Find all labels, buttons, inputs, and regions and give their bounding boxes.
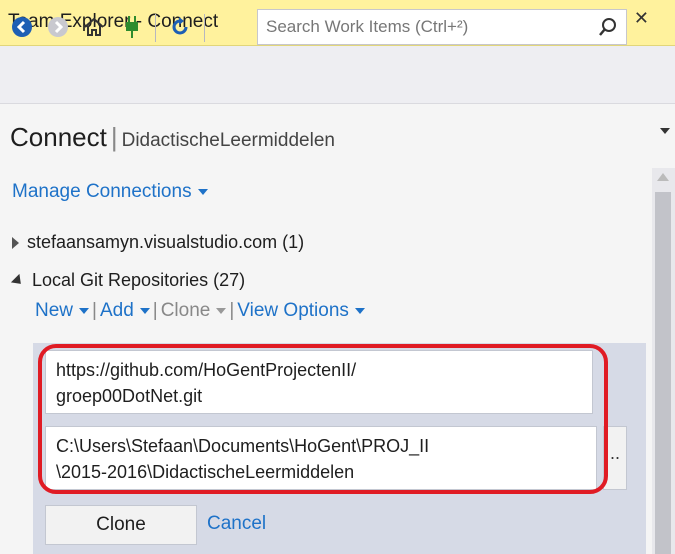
tree-item-label: stefaansamyn.visualstudio.com (1) [27,232,305,252]
search-icon[interactable] [598,17,618,42]
back-icon[interactable] [8,13,36,41]
tree-item-label: Local Git Repositories (27) [32,270,246,290]
scroll-up-icon[interactable] [657,173,669,181]
toolbar [0,46,675,104]
page-title-label: Connect [10,122,107,152]
expand-icon[interactable] [12,237,19,250]
separator: | [152,300,158,321]
add-link[interactable]: Add [100,300,150,321]
clone-link[interactable]: Clone [161,300,227,321]
tree-item-local-repos[interactable]: Local Git Repositories (27) [10,270,246,291]
chevron-down-icon[interactable] [660,128,670,134]
repository-url-field[interactable]: https://github.com/HoGentProjectenII/ gr… [45,350,593,414]
project-name[interactable]: DidactischeLeermiddelen [122,130,335,151]
refresh-icon[interactable] [166,13,194,41]
cancel-link[interactable]: Cancel [207,513,266,535]
separator: | [229,300,235,321]
local-path-field[interactable]: C:\Users\Stefaan\Documents\HoGent\PROJ_I… [45,426,597,490]
forward-icon[interactable] [44,13,72,41]
repo-actions: New | Add | Clone | View Options [35,300,365,322]
search-box [257,9,627,45]
connect-icon[interactable] [118,13,146,41]
scrollbar-thumb[interactable] [655,192,671,554]
home-icon[interactable] [80,13,108,41]
page-title: Connect | DidactischeLeermiddelen [10,122,335,153]
chevron-down-icon [197,188,208,195]
close-icon[interactable]: ✕ [634,8,649,29]
collapse-icon[interactable] [10,274,26,289]
search-input[interactable] [258,10,604,44]
manage-connections-link[interactable]: Manage Connections [12,181,208,203]
view-options-link[interactable]: View Options [237,300,365,321]
chevron-down-icon [216,307,227,314]
chevron-down-icon [139,307,150,314]
manage-connections-label: Manage Connections [12,181,192,202]
browse-button[interactable]: .. [603,426,627,490]
clone-button[interactable]: Clone [45,505,197,545]
toolbar-separator [155,14,156,42]
chevron-down-icon [79,307,90,314]
separator: | [92,300,97,321]
title-separator: | [110,122,118,152]
new-link[interactable]: New [35,300,90,321]
toolbar-separator [204,14,205,42]
tree-item-server[interactable]: stefaansamyn.visualstudio.com (1) [12,232,304,253]
chevron-down-icon [354,307,365,314]
